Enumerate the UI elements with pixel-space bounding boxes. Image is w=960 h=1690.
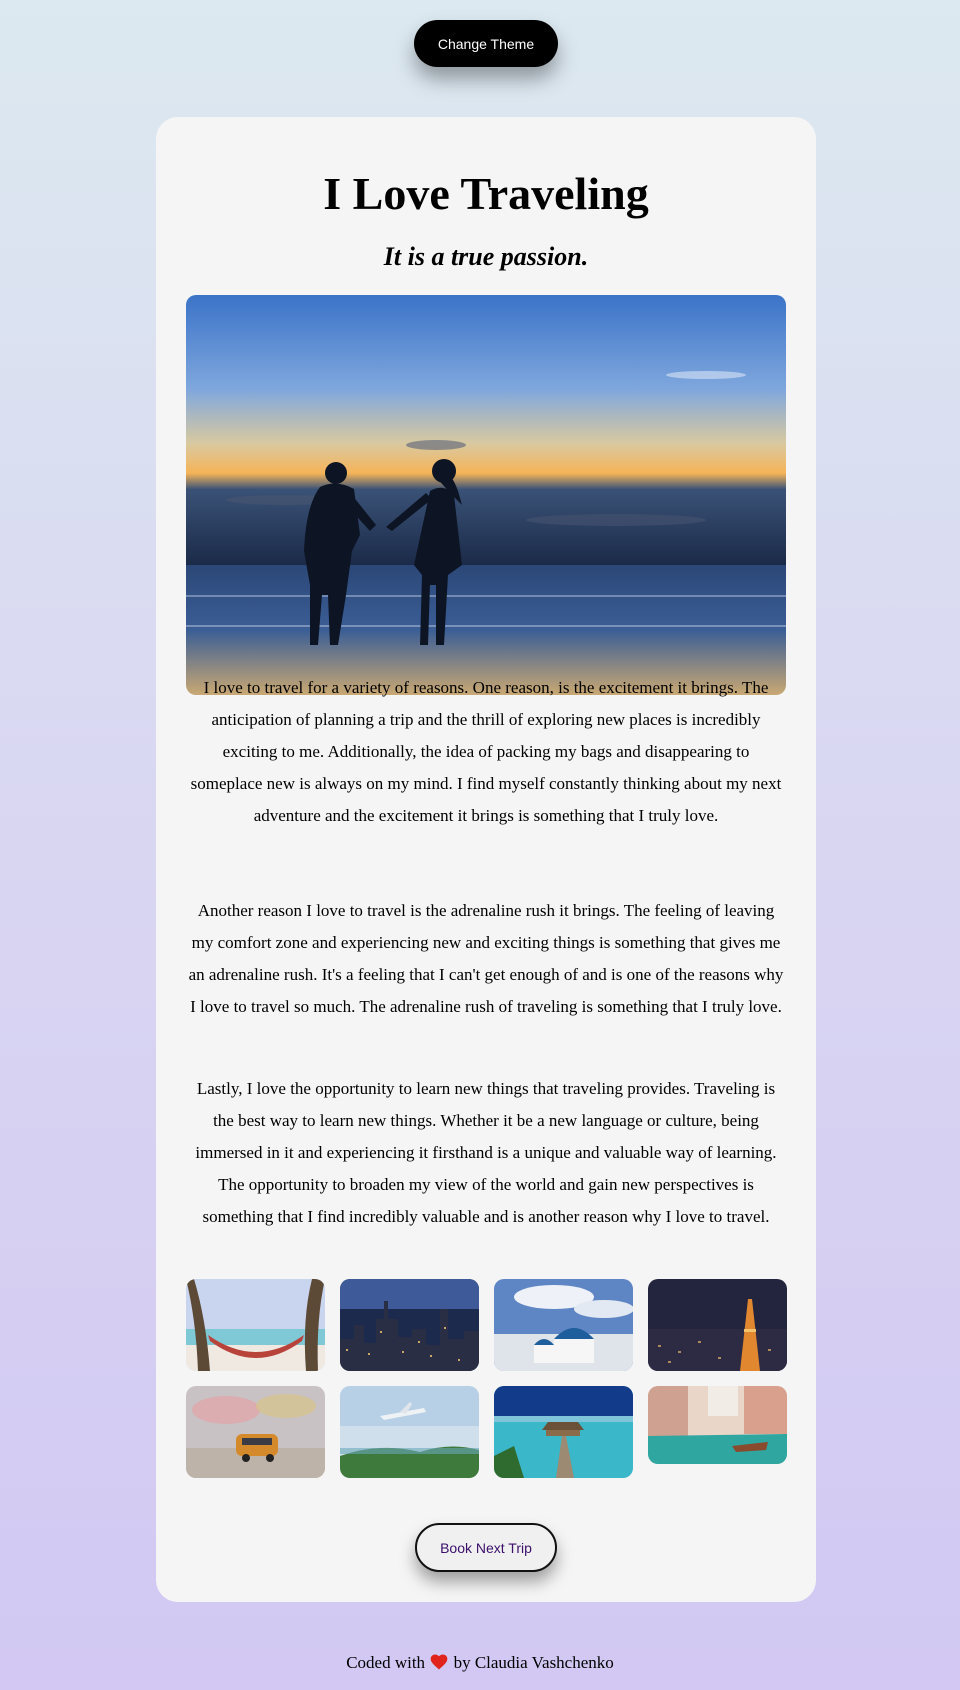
book-next-trip-button[interactable]: Book Next Trip [415, 1523, 557, 1572]
gallery-image-santorini [494, 1279, 633, 1371]
footer-author: by Claudia Vashchenko [453, 1653, 614, 1672]
gallery-image-tokyo-tower [648, 1279, 787, 1371]
gallery-image-hammock [186, 1279, 325, 1371]
gallery-image-city-night [340, 1279, 479, 1371]
content-card: I Love Traveling It is a true passion. I… [156, 117, 816, 1602]
gallery-image-venice-canal [648, 1386, 787, 1464]
paragraph-2: Another reason I love to travel is the a… [188, 901, 784, 1016]
gallery-image-airplane [340, 1386, 479, 1478]
paragraph-3: Lastly, I love the opportunity to learn … [195, 1079, 777, 1226]
gallery-image-toy-van [186, 1386, 325, 1478]
page-subtitle: It is a true passion. [383, 242, 589, 271]
hero-image [186, 295, 786, 695]
footer: Coded with by Claudia Vashchenko [0, 1652, 960, 1673]
change-theme-button[interactable]: Change Theme [414, 20, 558, 67]
page-title: I Love Traveling [323, 168, 649, 219]
footer-prefix: Coded with [346, 1653, 426, 1672]
heart-icon [430, 1654, 448, 1670]
paragraph-1: I love to travel for a variety of reason… [190, 678, 782, 825]
gallery-image-overwater-pier [494, 1386, 633, 1478]
